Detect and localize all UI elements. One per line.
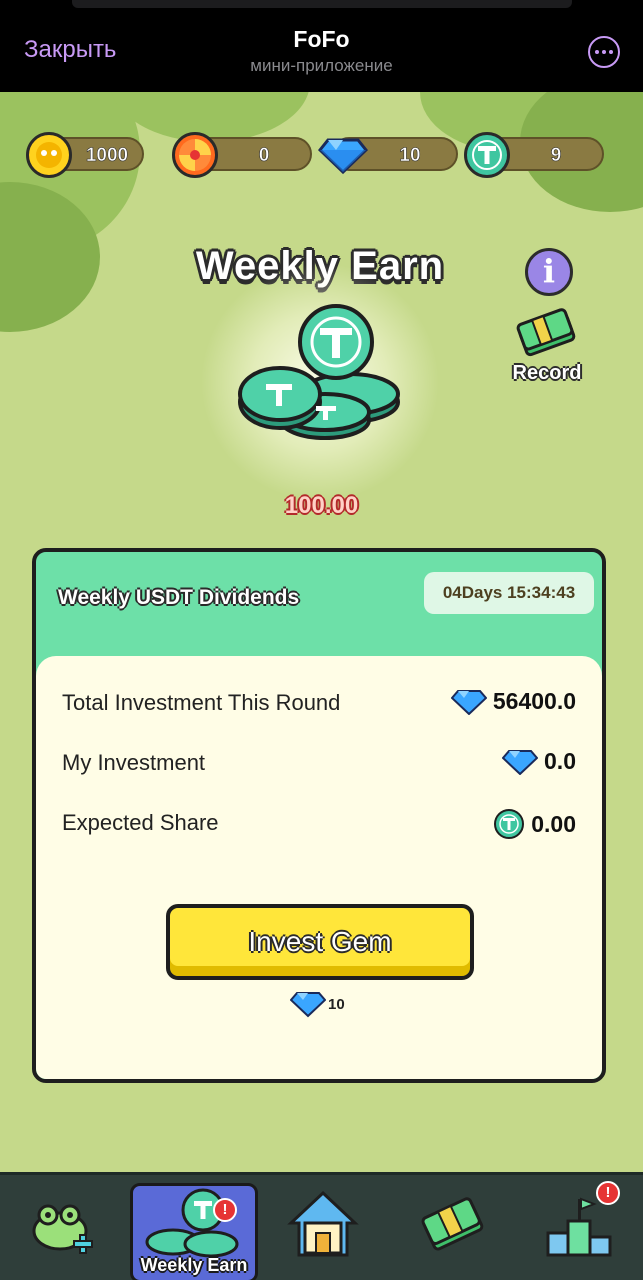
app-subtitle: мини-приложение bbox=[250, 56, 393, 75]
row-value-wrap: 0.0 bbox=[502, 748, 576, 775]
diamond-icon bbox=[317, 134, 369, 180]
total-investment-row: Total Investment This Round 56400.0 bbox=[62, 682, 576, 722]
info-icon[interactable]: i bbox=[525, 248, 573, 296]
more-options-icon[interactable] bbox=[588, 36, 620, 68]
nav-item-home[interactable] bbox=[283, 1183, 363, 1273]
invest-button-label: Invest Gem bbox=[248, 926, 392, 957]
my-investment-row: My Investment 0.0 bbox=[62, 742, 576, 782]
diamond-icon bbox=[450, 689, 487, 715]
candy-value: 0 bbox=[258, 145, 270, 167]
frog-icon bbox=[32, 1204, 93, 1254]
usdt-icon bbox=[494, 809, 525, 839]
nav-item-frog[interactable] bbox=[24, 1183, 104, 1273]
card-title: Weekly USDT Dividends bbox=[58, 586, 300, 609]
nav-item-leaderboard[interactable]: ! bbox=[540, 1181, 620, 1273]
nav-item-cash[interactable] bbox=[412, 1183, 492, 1273]
countdown-timer: 04Days 15:34:43 bbox=[424, 572, 594, 614]
row-value-wrap: 56400.0 bbox=[450, 688, 576, 715]
record-button-label[interactable]: Record bbox=[505, 362, 589, 385]
row-value: 0.00 bbox=[531, 810, 576, 837]
notification-badge: ! bbox=[596, 1181, 620, 1205]
row-value: 56400.0 bbox=[492, 688, 576, 714]
usdt-value: 9 bbox=[550, 145, 562, 167]
row-value: 0.0 bbox=[544, 748, 576, 774]
candy-icon bbox=[172, 132, 218, 178]
card-body: Total Investment This Round 56400.0 My I… bbox=[36, 656, 602, 1079]
app-title: FoFo bbox=[293, 26, 350, 52]
row-label: My Investment bbox=[62, 750, 206, 775]
diamond-icon bbox=[290, 992, 326, 1018]
nav-label: Weekly Earn bbox=[140, 1255, 248, 1275]
usdt-stack-icon bbox=[145, 1188, 239, 1258]
usdt-icon bbox=[464, 132, 510, 178]
invest-cost: 10 bbox=[290, 990, 345, 1018]
diamond-icon bbox=[502, 749, 539, 775]
row-label: Total Investment This Round bbox=[62, 690, 341, 715]
telegram-header: Закрыть FoFo мини-приложение bbox=[0, 0, 643, 92]
invest-cost-value: 10 bbox=[328, 995, 345, 1013]
gems-value: 10 bbox=[399, 145, 421, 167]
status-notch bbox=[72, 0, 572, 8]
game-area: 1000 0 10 9 Weekly Earn i Record 100.00 … bbox=[0, 92, 643, 1172]
reward-amount: 100.00 bbox=[284, 492, 359, 519]
nav-item-weekly-earn[interactable]: ! Weekly Earn bbox=[130, 1183, 258, 1280]
money-icon bbox=[421, 1197, 484, 1251]
record-money-icon[interactable] bbox=[516, 308, 578, 362]
row-value-wrap: 0.00 bbox=[493, 808, 576, 840]
dividends-card: Weekly USDT Dividends 04Days 15:34:43 To… bbox=[32, 548, 606, 1083]
home-icon bbox=[287, 1190, 359, 1257]
invest-gem-button[interactable]: Invest Gem bbox=[166, 904, 474, 980]
notification-badge: ! bbox=[213, 1198, 237, 1222]
coins-value: 1000 bbox=[85, 145, 129, 167]
usdt-coin-pile-icon bbox=[238, 304, 400, 440]
bottom-nav: ! Weekly Earn ! bbox=[0, 1172, 643, 1280]
gold-coin-icon bbox=[26, 132, 72, 178]
row-label: Expected Share bbox=[62, 810, 219, 835]
expected-share-row: Expected Share 0.00 bbox=[62, 802, 576, 842]
